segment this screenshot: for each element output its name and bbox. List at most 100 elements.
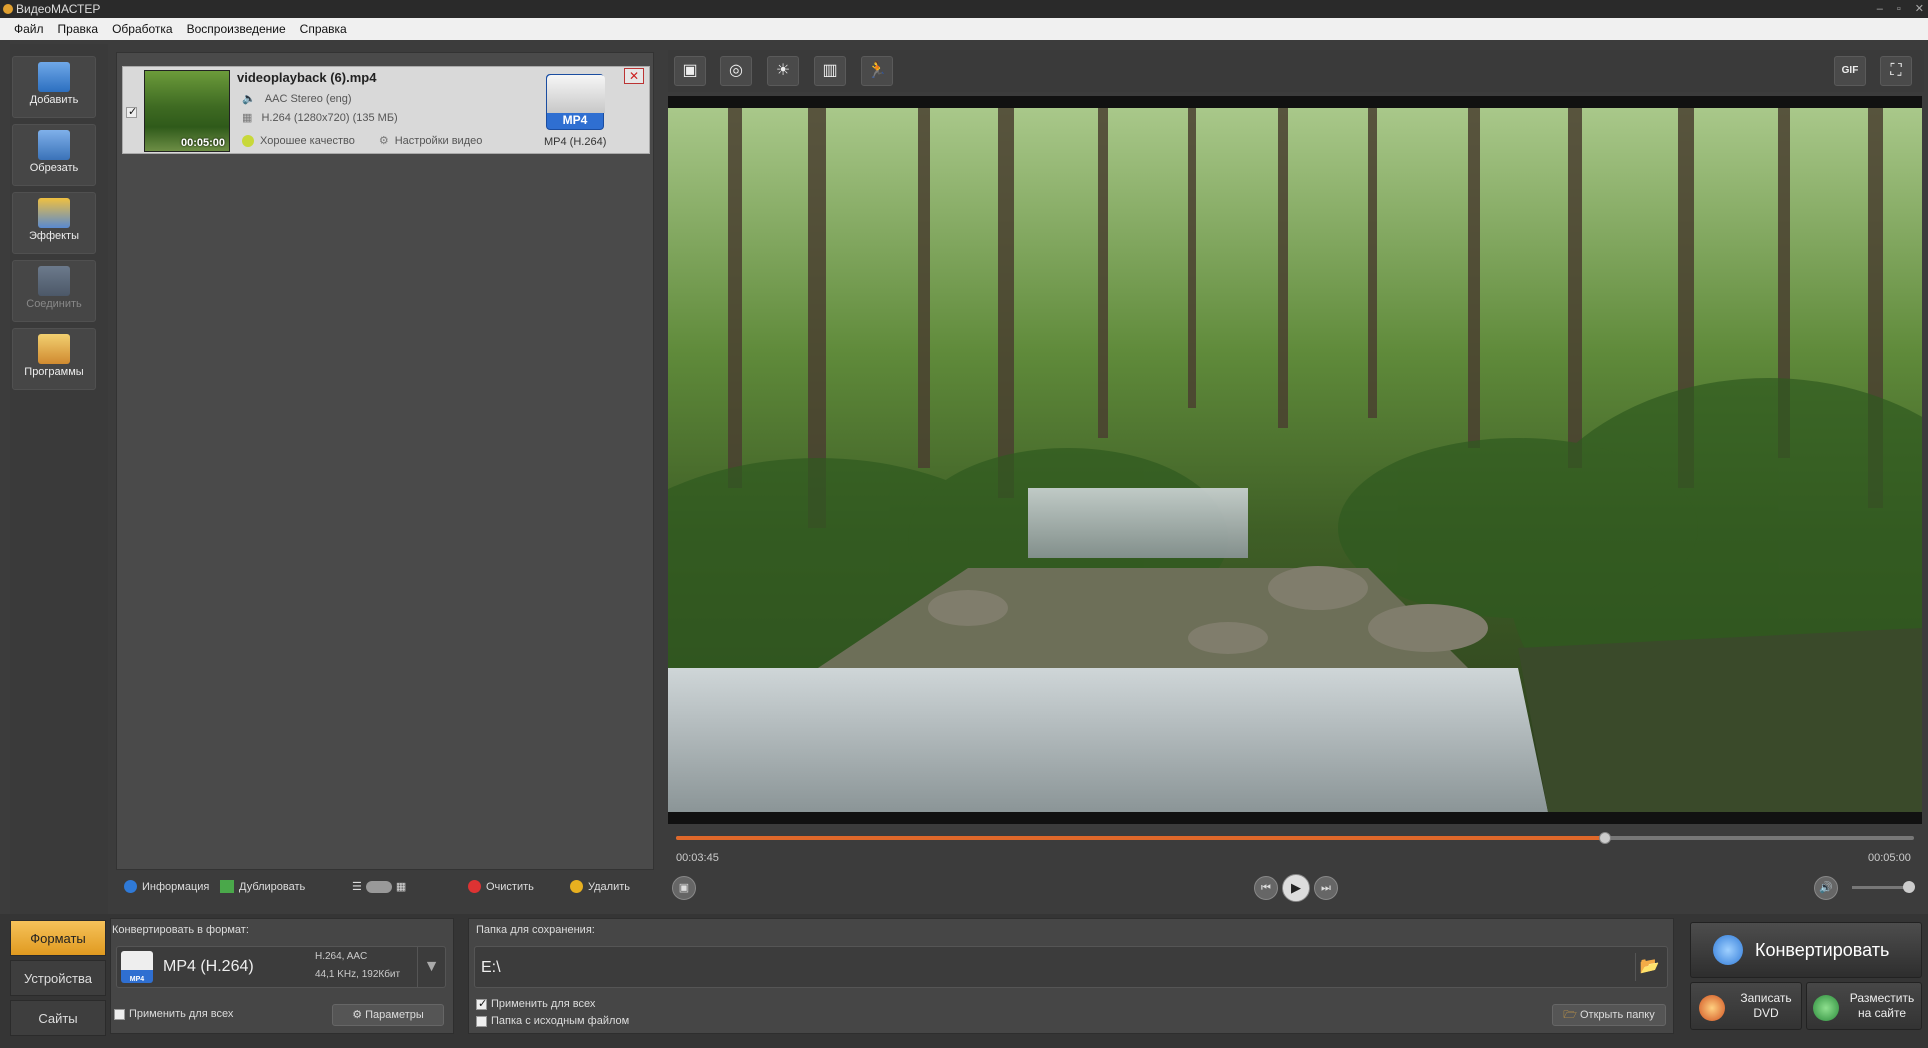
- format-label: Конвертировать в формат:: [112, 924, 249, 936]
- close-window-icon[interactable]: ✕: [1915, 0, 1924, 18]
- source-folder-checkbox[interactable]: [476, 1015, 487, 1027]
- minimize-icon[interactable]: –: [1877, 0, 1883, 18]
- film-frames-icon[interactable]: ▥: [814, 56, 846, 86]
- folder-icon[interactable]: 📂: [1635, 953, 1663, 981]
- effects-button[interactable]: Эффекты: [12, 192, 96, 254]
- mp4-format-badge[interactable]: MP4: [546, 74, 605, 130]
- chevron-down-icon[interactable]: ▼: [417, 947, 445, 987]
- fullscreen-icon[interactable]: ⛶: [1880, 56, 1912, 86]
- open-folder-button[interactable]: 🗁 Открыть папку: [1552, 1004, 1666, 1026]
- source-folder-option[interactable]: Папка с исходным файлом: [476, 1015, 629, 1027]
- menu-help[interactable]: Справка: [300, 22, 347, 36]
- volume-handle[interactable]: [1903, 881, 1915, 893]
- view-toggle[interactable]: ☰ ▦: [352, 880, 406, 893]
- timeline-handle[interactable]: [1598, 832, 1611, 844]
- play-button[interactable]: ▶: [1282, 874, 1310, 902]
- publish-button[interactable]: Разместить на сайте: [1806, 982, 1922, 1030]
- grid-view-icon[interactable]: ▦: [396, 880, 406, 893]
- dvd-icon: [1699, 995, 1725, 1021]
- duplicate-icon: [220, 880, 234, 893]
- window-title: ВидеоМАСТЕР: [16, 2, 101, 16]
- cut-label: Обрезать: [29, 162, 79, 174]
- apply-all-folder-checkbox[interactable]: [476, 997, 487, 1010]
- next-icon[interactable]: ⏭: [1314, 876, 1338, 900]
- burn-dvd-button[interactable]: Записать DVD: [1690, 982, 1802, 1030]
- params-label: Параметры: [365, 1009, 424, 1021]
- speaker-icon: 🔈: [242, 93, 256, 105]
- menu-bar: Файл Правка Обработка Воспроизведение Сп…: [0, 18, 1928, 40]
- effects-label: Эффекты: [28, 230, 79, 242]
- folder-label: Папка для сохранения:: [476, 924, 595, 936]
- delete-button[interactable]: Удалить: [570, 880, 630, 893]
- clear-button[interactable]: Очистить: [468, 880, 534, 893]
- join-icon: [38, 266, 70, 296]
- brightness-icon[interactable]: ☀: [767, 56, 799, 86]
- menu-playback[interactable]: Воспроизведение: [187, 22, 286, 36]
- menu-processing[interactable]: Обработка: [112, 22, 173, 36]
- cut-button[interactable]: Обрезать: [12, 124, 96, 186]
- tab-sites[interactable]: Сайты: [10, 1000, 106, 1036]
- duplicate-button[interactable]: Дублировать: [220, 880, 305, 893]
- apply-all-folder[interactable]: Применить для всех: [476, 997, 596, 1010]
- format-selector[interactable]: MP4 MP4 (H.264) H.264, AAC 44,1 KHz, 192…: [116, 946, 446, 988]
- folder-path-field[interactable]: E:\ 📂: [474, 946, 1668, 988]
- info-button[interactable]: Информация: [124, 880, 209, 893]
- video-settings-link[interactable]: Настройки видео: [395, 135, 483, 147]
- output-format-name: MP4 (H.264): [544, 136, 607, 148]
- remove-file-icon[interactable]: ✕: [624, 68, 644, 84]
- tab-devices[interactable]: Устройства: [10, 960, 106, 996]
- app-icon: [3, 4, 13, 14]
- file-actions-bar: Информация Дублировать ☰ ▦ Очистить Удал…: [116, 874, 654, 900]
- format-badge-label: MP4: [562, 113, 588, 127]
- title-bar: ВидеоМАСТЕР – ▫ ✕: [0, 0, 1928, 18]
- list-view-icon[interactable]: ☰: [352, 880, 362, 893]
- menu-file[interactable]: Файл: [14, 22, 44, 36]
- volume-icon[interactable]: 🔊: [1814, 876, 1838, 900]
- info-label: Информация: [142, 880, 210, 893]
- gif-icon[interactable]: GIF: [1834, 56, 1866, 86]
- add-label: Добавить: [29, 94, 79, 106]
- programs-button[interactable]: Программы: [12, 328, 96, 390]
- snapshot-icon[interactable]: ◎: [720, 56, 752, 86]
- previous-icon[interactable]: ⏮: [1254, 876, 1278, 900]
- clear-icon: [468, 880, 481, 893]
- join-button[interactable]: Соединить: [12, 260, 96, 322]
- publish-label-2: на сайте: [1857, 1006, 1907, 1020]
- video-frame-image: [668, 108, 1922, 812]
- apply-all-folder-label: Применить для всех: [491, 998, 596, 1010]
- snapshot-frame-icon[interactable]: ▣: [672, 876, 696, 900]
- convert-button[interactable]: Конвертировать: [1690, 922, 1922, 978]
- quality-label[interactable]: Хорошее качество: [260, 135, 355, 147]
- left-toolbar: Добавить Обрезать Эффекты Соединить Прог…: [10, 44, 108, 914]
- file-checkbox[interactable]: [126, 105, 137, 119]
- mp4-format-icon: MP4: [121, 951, 153, 983]
- tab-formats[interactable]: Форматы: [10, 920, 106, 956]
- current-time: 00:03:45: [676, 852, 719, 864]
- audio-info-text: AAC Stereo (eng): [264, 93, 352, 105]
- camera-icon: [547, 75, 605, 113]
- gear-icon: ⚙: [378, 135, 389, 147]
- view-toggle-switch[interactable]: [365, 880, 392, 893]
- source-folder-label: Папка с исходным файлом: [491, 1015, 630, 1027]
- crop-icon[interactable]: ▣: [674, 56, 706, 86]
- video-preview[interactable]: [668, 108, 1922, 812]
- file-list-panel: [116, 52, 654, 870]
- add-button[interactable]: Добавить: [12, 56, 96, 118]
- apply-all-format-checkbox[interactable]: [114, 1008, 125, 1020]
- timeline-progress: [676, 836, 1605, 840]
- cut-icon: [38, 130, 70, 160]
- gear-icon: ⚙: [352, 1009, 363, 1021]
- apply-all-format-label: Применить для всех: [129, 1008, 234, 1020]
- menu-edit[interactable]: Правка: [58, 22, 99, 36]
- burn-dvd-label-1: Записать: [1740, 991, 1792, 1005]
- folder-path: E:\: [481, 959, 501, 976]
- programs-label: Программы: [24, 366, 84, 378]
- audio-info: 🔈 AAC Stereo (eng): [242, 92, 352, 105]
- apply-all-format[interactable]: Применить для всех: [114, 1008, 233, 1020]
- format-audio: 44,1 KHz, 192Кбит: [315, 969, 401, 980]
- params-button[interactable]: ⚙ Параметры: [332, 1004, 444, 1026]
- join-label: Соединить: [26, 298, 82, 310]
- maximize-icon[interactable]: ▫: [1897, 0, 1901, 18]
- open-folder-label: Открыть папку: [1579, 1009, 1655, 1021]
- speed-icon[interactable]: 🏃: [861, 56, 893, 86]
